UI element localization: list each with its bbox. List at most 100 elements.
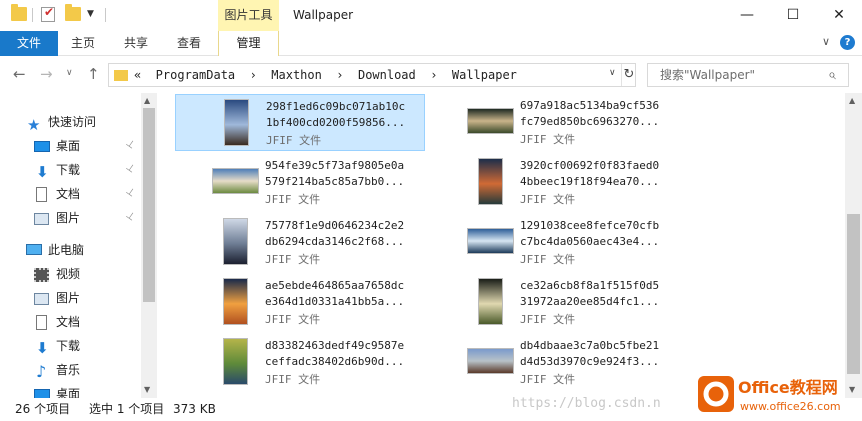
properties-check-icon[interactable] (41, 5, 55, 22)
search-icon[interactable]: ⌕ (828, 67, 836, 83)
file-name-line1: ae5ebde464865aa7658dc (265, 279, 405, 292)
address-bar[interactable]: « ProgramData › Maxthon › Download › Wal… (108, 63, 636, 87)
tab-file[interactable]: 文件 (0, 31, 58, 56)
search-box[interactable]: 搜索"Wallpaper" ⌕ (647, 63, 849, 87)
up-arrow-icon[interactable]: ↑ (87, 65, 100, 83)
pin-icon: ⊥ (123, 137, 138, 152)
tab-view[interactable]: 查看 (177, 31, 201, 56)
watermark-url: https://blog.csdn.n (512, 396, 661, 411)
sidebar-item-3[interactable]: ⬇ 下载 (34, 158, 80, 182)
file-name-line2: ceffadc38402d6b90d... (265, 355, 405, 368)
file-item[interactable]: 75778f1e9d0646234c2e2 db6294cda3146c2f68.… (175, 214, 425, 271)
sidebar-item-12[interactable]: 桌面 (34, 382, 80, 398)
maximize-button[interactable]: ☐ (770, 0, 816, 31)
sidebar-item-10[interactable]: ⬇ 下载 (34, 334, 80, 358)
star-icon: ★ (27, 115, 41, 134)
file-name-line1: ce32a6cb8f8a1f515f0d5 (520, 279, 660, 292)
tab-share[interactable]: 共享 (124, 31, 148, 56)
search-input[interactable]: 搜索"Wallpaper" (660, 64, 755, 86)
chevron-down-icon[interactable]: ∨ (822, 35, 830, 48)
image-thumbnail (467, 108, 514, 134)
file-name-line2: 579f214ba5c85a7bb0... (265, 175, 405, 188)
new-folder-icon[interactable] (65, 4, 81, 21)
sidebar-item-2[interactable]: 桌面 (34, 134, 80, 158)
logo-url: www.office26.com (740, 400, 841, 413)
image-thumbnail (478, 158, 503, 205)
video-icon (34, 267, 50, 282)
desktop-icon (34, 140, 50, 154)
recent-locations-chevron-icon[interactable]: ∨ (66, 68, 73, 78)
selection-count: 选中 1 个项目 (89, 402, 165, 416)
download-icon: ⬇ (36, 162, 49, 181)
file-item[interactable]: 697a918ac5134ba9cf536 fc79ed850bc6963270.… (430, 94, 680, 151)
scroll-up-icon[interactable]: ▲ (144, 96, 150, 105)
picture-icon (34, 292, 50, 306)
sidebar-item-label: 文档 (56, 315, 81, 329)
file-item[interactable]: ae5ebde464865aa7658dc e364d1d0331a41bb5a.… (175, 274, 425, 331)
content-scrollbar[interactable]: ▲ ▼ (845, 93, 862, 398)
file-item[interactable]: d83382463dedf49c9587e ceffadc38402d6b90d.… (175, 334, 425, 391)
file-name: db4dbaae3c7a0bc5fbe21 d4d53d3970c9e924f3.… (520, 338, 680, 370)
file-name-line2: e364d1d0331a41bb5a... (265, 295, 405, 308)
file-item[interactable]: 1291038cee8fefce70cfb c7bc4da0560aec43e4.… (430, 214, 680, 271)
sidebar-item-label: 此电脑 (48, 243, 85, 257)
file-item[interactable]: 3920cf00692f0f83faed0 4bbeec19f18f94ea70.… (430, 154, 680, 211)
file-name-line2: 31972aa20ee85d4fc1... (520, 295, 660, 308)
file-item[interactable]: ce32a6cb8f8a1f515f0d5 31972aa20ee85d4fc1.… (430, 274, 680, 331)
file-name: 3920cf00692f0f83faed0 4bbeec19f18f94ea70.… (520, 158, 680, 190)
file-type: JFIF 文件 (520, 253, 576, 266)
sidebar-item-7[interactable]: 视频 (34, 262, 80, 286)
breadcrumb[interactable]: « ProgramData › Maxthon › Download › Wal… (134, 64, 517, 86)
file-item[interactable]: db4dbaae3c7a0bc5fbe21 d4d53d3970c9e924f3.… (430, 334, 680, 391)
image-thumbnail (478, 278, 503, 325)
picture-icon (34, 212, 50, 226)
sidebar-item-6[interactable]: 此电脑 (26, 238, 84, 262)
sidebar-item-11[interactable]: ♪ 音乐 (34, 358, 80, 382)
office-tutorial-logo: Office教程网 www.office26.com (698, 376, 841, 413)
desktop-icon (34, 388, 50, 398)
sidebar-scroll-thumb[interactable] (143, 108, 155, 302)
file-type: JFIF 文件 (266, 134, 322, 147)
close-button[interactable]: ✕ (816, 0, 862, 31)
selection-size: 373 KB (173, 402, 216, 416)
sidebar-item-label: 图片 (56, 291, 81, 305)
file-name: 697a918ac5134ba9cf536 fc79ed850bc6963270.… (520, 98, 680, 130)
sidebar-item-5[interactable]: 图片 (34, 206, 80, 230)
scroll-down-icon[interactable]: ▼ (144, 385, 150, 394)
sidebar-item-label: 下载 (56, 339, 81, 353)
file-name-line1: 1291038cee8fefce70cfb (520, 219, 660, 232)
sidebar-scrollbar[interactable]: ▲ ▼ (141, 93, 157, 398)
sidebar-item-9[interactable]: 文档 (34, 310, 80, 334)
sidebar-item-label: 视频 (56, 267, 81, 281)
tab-home[interactable]: 主页 (71, 31, 95, 56)
quick-access-dropdown-icon[interactable]: ▼ (87, 9, 94, 19)
minimize-button[interactable]: — (724, 0, 770, 31)
content-scroll-thumb[interactable] (847, 214, 860, 374)
sidebar-item-8[interactable]: 图片 (34, 286, 80, 310)
sidebar-item-4[interactable]: 文档 (34, 182, 80, 206)
image-thumbnail (223, 218, 248, 265)
file-name-line2: 1bf400cd0200f59856... (266, 116, 406, 129)
back-arrow-icon[interactable]: ← (13, 65, 26, 83)
sidebar-item-label: 下载 (56, 163, 81, 177)
tab-manage[interactable]: 管理 (218, 31, 279, 56)
scroll-up-icon[interactable]: ▲ (849, 96, 855, 105)
forward-arrow-icon[interactable]: → (40, 65, 53, 83)
file-name: 298f1ed6c09bc071ab10c 1bf400cd0200f59856.… (266, 99, 426, 131)
document-icon (34, 186, 50, 202)
help-icon[interactable]: ? (840, 35, 855, 50)
pin-icon: ⊥ (123, 209, 138, 224)
file-item[interactable]: 298f1ed6c09bc071ab10c 1bf400cd0200f59856.… (175, 94, 425, 151)
address-dropdown-icon[interactable]: ∨ (609, 68, 616, 78)
sidebar-item-1[interactable]: ★ 快速访问 (26, 110, 96, 134)
image-thumbnail (467, 348, 514, 374)
file-item[interactable]: 954fe39c5f73af9805e0a 579f214ba5c85a7bb0.… (175, 154, 425, 211)
title-bar: ▼ 图片工具 Wallpaper — ☐ ✕ (0, 0, 862, 31)
file-type: JFIF 文件 (265, 253, 321, 266)
image-thumbnail (224, 99, 249, 146)
toolbar-separator (105, 8, 106, 22)
refresh-icon[interactable]: ↻ (621, 64, 636, 86)
download-icon: ⬇ (36, 338, 49, 357)
file-name-line2: d4d53d3970c9e924f3... (520, 355, 660, 368)
computer-icon (26, 243, 42, 258)
